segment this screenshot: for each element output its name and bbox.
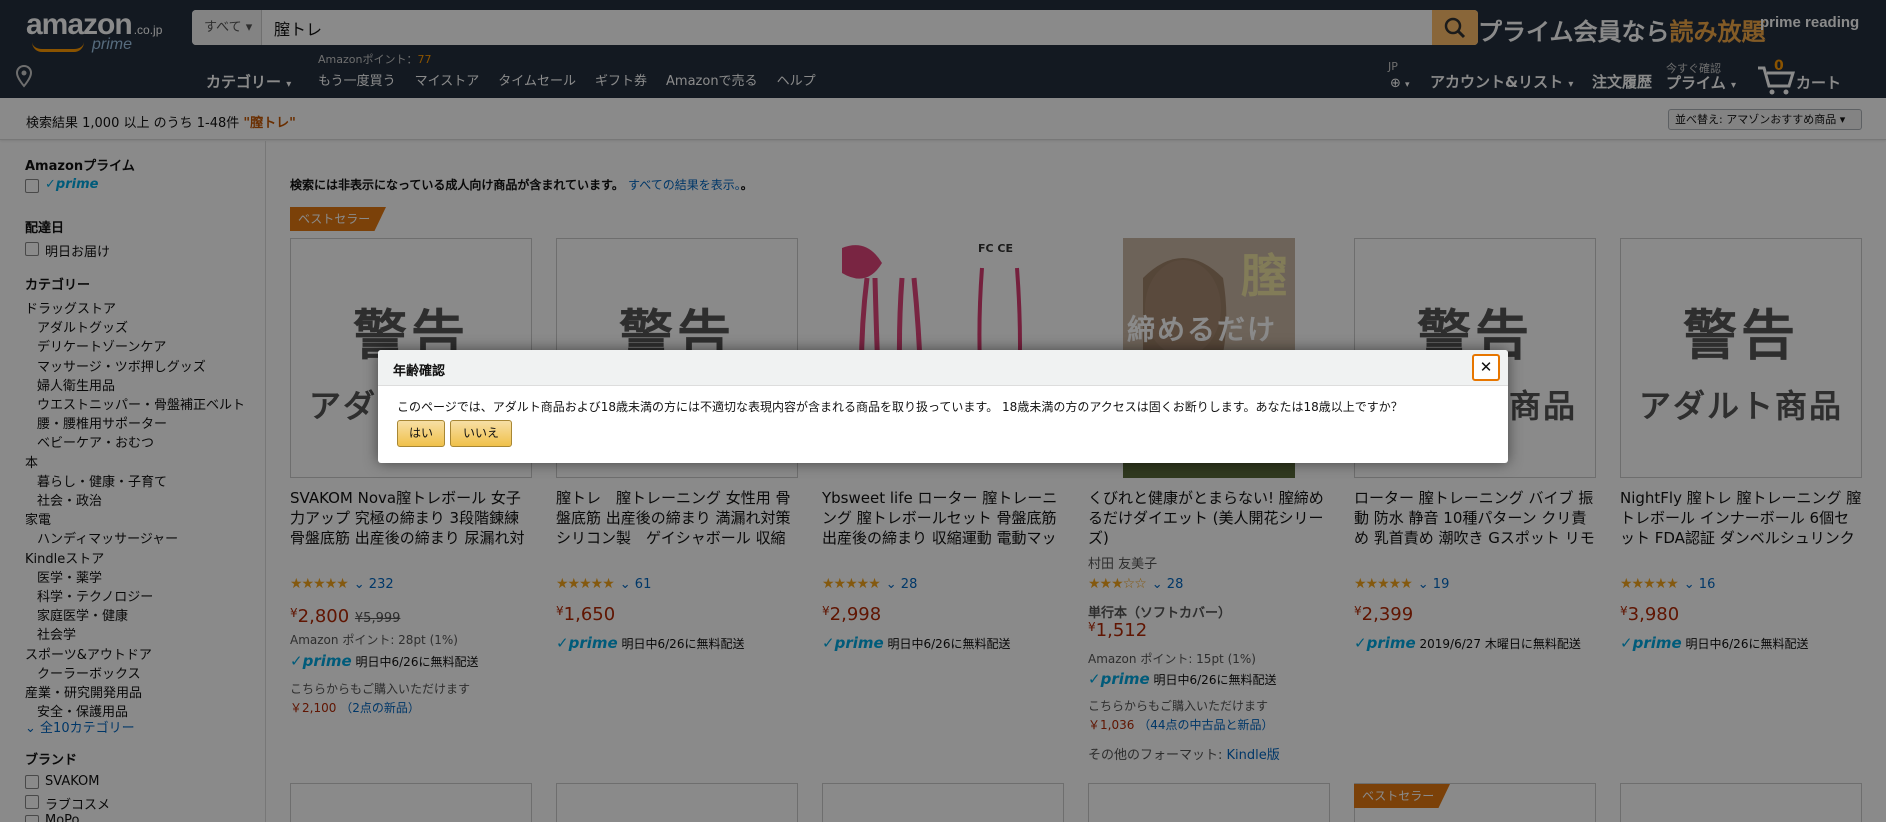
close-icon: ✕ — [1479, 358, 1493, 376]
age-verification-dialog: 年齢確認 ✕ このページでは、アダルト商品および18歳未満の方には不適切な表現内… — [378, 350, 1508, 463]
dialog-message: このページでは、アダルト商品および18歳未満の方には不適切な表現内容が含まれる商… — [397, 400, 1403, 414]
dialog-header — [378, 350, 1508, 386]
dialog-title: 年齢確認 — [393, 364, 446, 379]
yes-button[interactable]: はい — [397, 420, 445, 447]
close-button[interactable]: ✕ — [1472, 354, 1500, 381]
no-button[interactable]: いいえ — [450, 420, 512, 447]
